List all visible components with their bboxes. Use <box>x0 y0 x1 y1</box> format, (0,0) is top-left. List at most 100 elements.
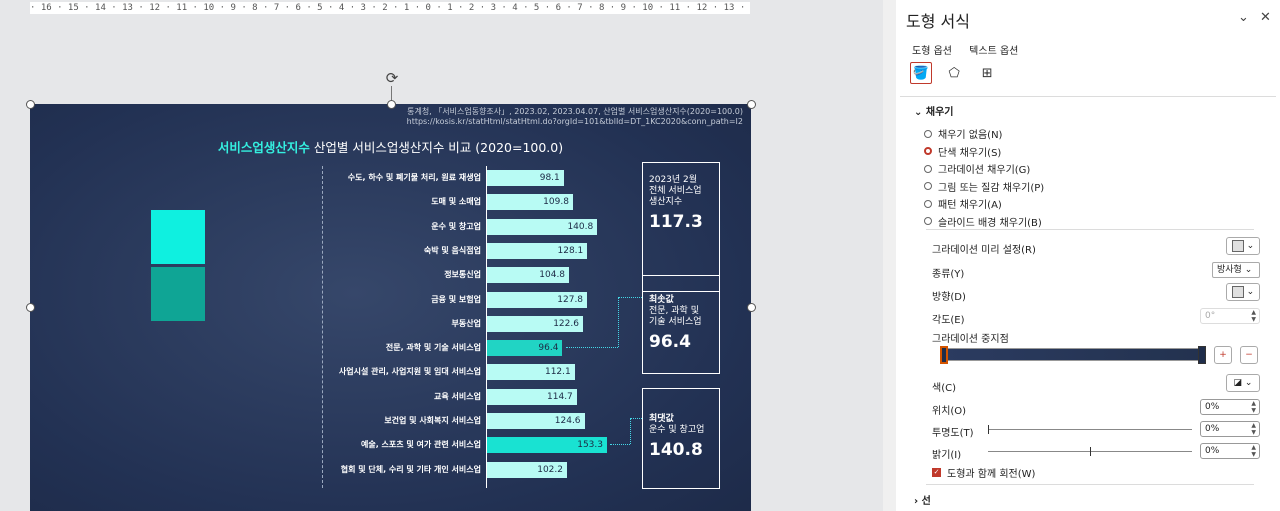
color-dropdown[interactable]: ◪ ⌄ <box>1226 374 1260 392</box>
position-label: 위치(O) <box>932 406 967 417</box>
panel-title: 도형 서식 <box>906 12 970 31</box>
bar-category-label: 도매 및 소매업 <box>431 197 481 207</box>
bar-category-label: 예술, 스포츠 및 여가 관련 서비스업 <box>360 440 481 450</box>
chevron-down-icon: ⌄ <box>1244 378 1253 388</box>
transparency-slider-knob[interactable] <box>988 425 989 434</box>
position-spinner[interactable]: 0% ▲ ▼ <box>1200 399 1260 415</box>
min-connector-h1 <box>566 347 618 348</box>
bar-category-label: 운수 및 창고업 <box>431 221 481 231</box>
max-box-line1: 운수 및 창고업 <box>649 425 705 435</box>
close-icon[interactable]: ✕ <box>1260 10 1271 25</box>
gradient-stop-2[interactable] <box>1198 346 1206 364</box>
teal-square-light[interactable] <box>151 210 205 264</box>
fill-radio-label: 패턴 채우기(A) <box>938 200 1002 211</box>
transparency-slider[interactable] <box>988 425 1192 434</box>
rotate-with-shape-checkbox[interactable]: ✓ 도형과 함께 회전(W) <box>932 465 1035 480</box>
fill-radio-option[interactable]: 채우기 없음(N) <box>924 126 1002 141</box>
selected-slide-shape[interactable]: 통계청, 「서비스업동향조사」, 2023.02, 2023.04.07, 산업… <box>30 104 751 511</box>
resize-handle-t[interactable] <box>387 100 396 109</box>
bar-category-label: 금융 및 보험업 <box>431 294 481 304</box>
transparency-spinner[interactable]: 0% ▲ ▼ <box>1200 421 1260 437</box>
radio-dot-icon <box>924 147 932 155</box>
line-section-header[interactable]: › 선 <box>914 492 931 507</box>
bar-category-label: 정보통신업 <box>444 270 481 280</box>
preset-dropdown[interactable]: ⌄ <box>1226 237 1260 255</box>
gradient-stop-1[interactable] <box>940 346 948 364</box>
brightness-slider[interactable] <box>988 447 1192 456</box>
bar-value-label: 140.8 <box>567 221 594 232</box>
angle-label: 각도(E) <box>932 315 965 326</box>
radio-dot-icon <box>924 217 932 225</box>
angle-value: 0° <box>1205 311 1216 321</box>
fill-radio-option[interactable]: 패턴 채우기(A) <box>924 196 1002 211</box>
bar: 140.8 <box>487 218 598 235</box>
fill-radio-label: 그라데이션 채우기(G) <box>938 165 1031 176</box>
chart-title: 서비스업생산지수 산업별 서비스업생산지수 비교 (2020=100.0) <box>30 137 751 156</box>
remove-stop-icon[interactable]: − <box>1240 346 1258 364</box>
size-properties-icon[interactable]: ⊞ <box>976 63 998 85</box>
max-value-box[interactable]: 최댓값 운수 및 창고업 140.8 <box>642 388 720 489</box>
resize-handle-r[interactable] <box>747 303 756 312</box>
fill-radio-option[interactable]: 슬라이드 배경 채우기(B) <box>924 214 1042 229</box>
radio-dot-icon <box>924 199 932 208</box>
resize-handle-tr[interactable] <box>747 100 756 109</box>
stops-label: 그라데이션 중지점 <box>932 334 1009 345</box>
gradient-stops-bar[interactable] <box>942 348 1204 361</box>
brightness-slider-knob[interactable] <box>1090 447 1091 456</box>
resize-handle-l[interactable] <box>26 303 35 312</box>
fill-line-icon[interactable]: 🪣 <box>910 62 932 84</box>
max-connector-h2 <box>630 418 642 419</box>
bar: 127.8 <box>487 291 588 308</box>
bar: 109.8 <box>487 194 573 211</box>
panel-icon-tabs: 🪣 ⬠ ⊞ <box>910 62 1004 85</box>
add-stop-icon[interactable]: + <box>1214 346 1232 364</box>
fill-radio-label: 그림 또는 질감 채우기(P) <box>938 182 1045 194</box>
total-box-value: 117.3 <box>649 212 703 232</box>
chevron-right-icon: › <box>914 496 922 507</box>
chevron-down-icon[interactable]: ⌄ <box>1238 10 1249 25</box>
checkmark-icon: ✓ <box>932 468 941 477</box>
fill-radio-label: 슬라이드 배경 채우기(B) <box>938 217 1042 229</box>
effects-pentagon-icon[interactable]: ⬠ <box>943 63 965 85</box>
total-index-box[interactable]: 2023년 2월 전체 서비스업 생산지수 117.3 <box>642 162 720 292</box>
type-dropdown[interactable]: 방사형 ⌄ <box>1212 262 1260 278</box>
resize-handle-tl[interactable] <box>26 100 35 109</box>
rotate-handle-icon[interactable]: ⟳ <box>384 70 400 86</box>
tab-text-options[interactable]: 텍스트 옵션 <box>969 46 1018 57</box>
chevron-down-icon: ⌄ <box>914 107 926 118</box>
max-box-value: 140.8 <box>649 440 703 460</box>
min-value-box[interactable]: 최솟값 전문, 과학 및 기술 서비스업 96.4 <box>642 275 720 374</box>
radio-dot-icon <box>924 129 932 138</box>
bar-category-label: 숙박 및 음식점업 <box>423 245 481 255</box>
vertical-scrollbar[interactable] <box>883 0 896 511</box>
bar: 98.1 <box>487 170 564 186</box>
bar-category-label: 협회 및 단체, 수리 및 기타 개인 서비스업 <box>340 464 481 474</box>
fill-radio-option[interactable]: 그라데이션 채우기(G) <box>924 161 1030 176</box>
source-note: 통계청, 「서비스업동향조사」, 2023.02, 2023.04.07, 산업… <box>323 107 743 127</box>
preset-label: 그라데이션 미리 설정(R) <box>932 245 1036 256</box>
fill-divider <box>926 229 1254 230</box>
fill-radio-label: 채우기 없음(N) <box>938 130 1003 141</box>
angle-spinner[interactable]: 0° ▲ ▼ <box>1200 308 1260 324</box>
fill-radio-option[interactable]: 단색 채우기(S) <box>924 144 1001 159</box>
direction-swatch <box>1231 285 1244 298</box>
fill-section-header[interactable]: ⌄ 채우기 <box>914 103 953 118</box>
brightness-spinner[interactable]: 0% ▲ ▼ <box>1200 443 1260 459</box>
chevron-down-icon: ⌄ <box>1246 287 1255 297</box>
bar: 112.1 <box>487 364 575 381</box>
type-label: 종류(Y) <box>932 269 965 280</box>
direction-dropdown[interactable]: ⌄ <box>1226 283 1260 301</box>
radio-dot-icon <box>924 182 932 190</box>
bar: 153.3 <box>487 437 607 454</box>
preset-swatch <box>1231 239 1244 252</box>
bar-value-label: 102.2 <box>537 464 563 475</box>
bar-category-label: 부동산업 <box>451 318 481 328</box>
position-value: 0% <box>1205 402 1220 412</box>
rotate-with-shape-label: 도형과 함께 회전(W) <box>947 469 1036 480</box>
tab-shape-options[interactable]: 도형 옵션 <box>912 46 952 57</box>
fill-radio-option[interactable]: 그림 또는 질감 채우기(P) <box>924 179 1044 194</box>
horizontal-ruler: · 16 · 15 · 14 · 13 · 12 · 11 · 10 · 9 ·… <box>30 2 750 14</box>
format-shape-panel: 도형 서식 ⌄ ✕ 도형 옵션 텍스트 옵션 🪣 ⬠ ⊞ ⌄ 채우기 채우기 없… <box>896 0 1280 511</box>
teal-square-dark[interactable] <box>151 267 205 321</box>
brightness-label: 밝기(I) <box>932 450 962 461</box>
